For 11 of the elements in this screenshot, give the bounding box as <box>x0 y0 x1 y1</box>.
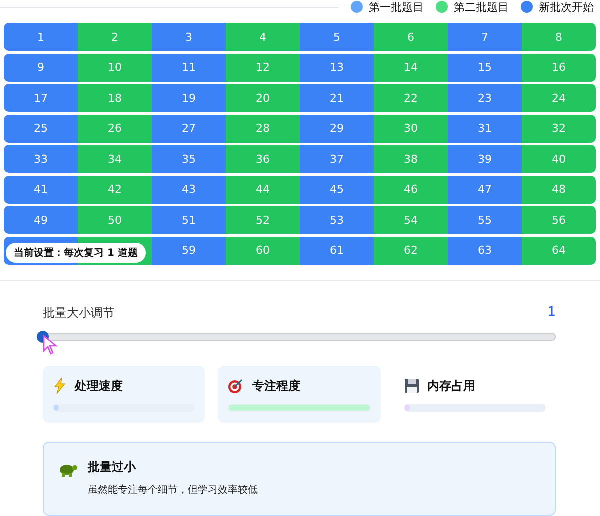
metric-title: 处理速度 <box>75 378 123 394</box>
settings-tooltip: 当前设置：每次复习 1 道题 <box>6 242 146 262</box>
metric-title: 内存占用 <box>428 378 476 394</box>
slider-label: 批量大小调节 <box>43 304 115 322</box>
metric-title: 专注程度 <box>252 378 300 394</box>
legend-label: 第一批题目 <box>369 0 424 14</box>
notice-title: 批量过小 <box>88 458 138 476</box>
legend-label: 新批次开始 <box>539 0 594 14</box>
slider-value: 1 <box>548 304 556 322</box>
notice-text: 虽然能专注每个细节，但学习效率较低 <box>88 484 258 496</box>
legend-label: 第二批题目 <box>454 0 509 14</box>
